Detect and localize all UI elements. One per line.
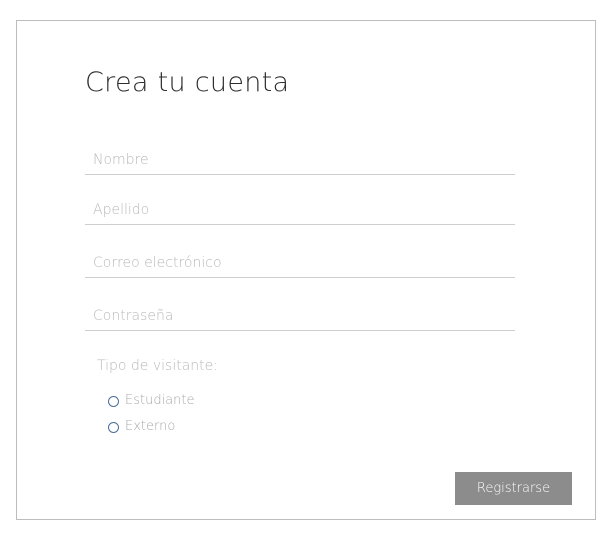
radio-button-icon[interactable]	[108, 421, 119, 433]
radio-option-estudiante[interactable]: Estudiante	[108, 394, 195, 408]
visitor-type-label: Tipo de visitante:	[97, 358, 218, 374]
radio-option-externo[interactable]: Externo	[108, 420, 175, 434]
page-title: Crea tu cuenta	[85, 67, 290, 98]
register-button[interactable]: Registrarse	[455, 472, 572, 505]
radio-label-estudiante: Estudiante	[125, 393, 195, 408]
password-input[interactable]	[85, 301, 515, 331]
radio-button-icon[interactable]	[108, 395, 119, 407]
radio-label-externo: Externo	[125, 419, 176, 434]
signup-card: Crea tu cuenta Tipo de visitante: Estudi…	[16, 20, 596, 520]
first-name-input[interactable]	[85, 145, 515, 175]
last-name-input[interactable]	[85, 195, 515, 225]
email-input[interactable]	[85, 248, 515, 278]
